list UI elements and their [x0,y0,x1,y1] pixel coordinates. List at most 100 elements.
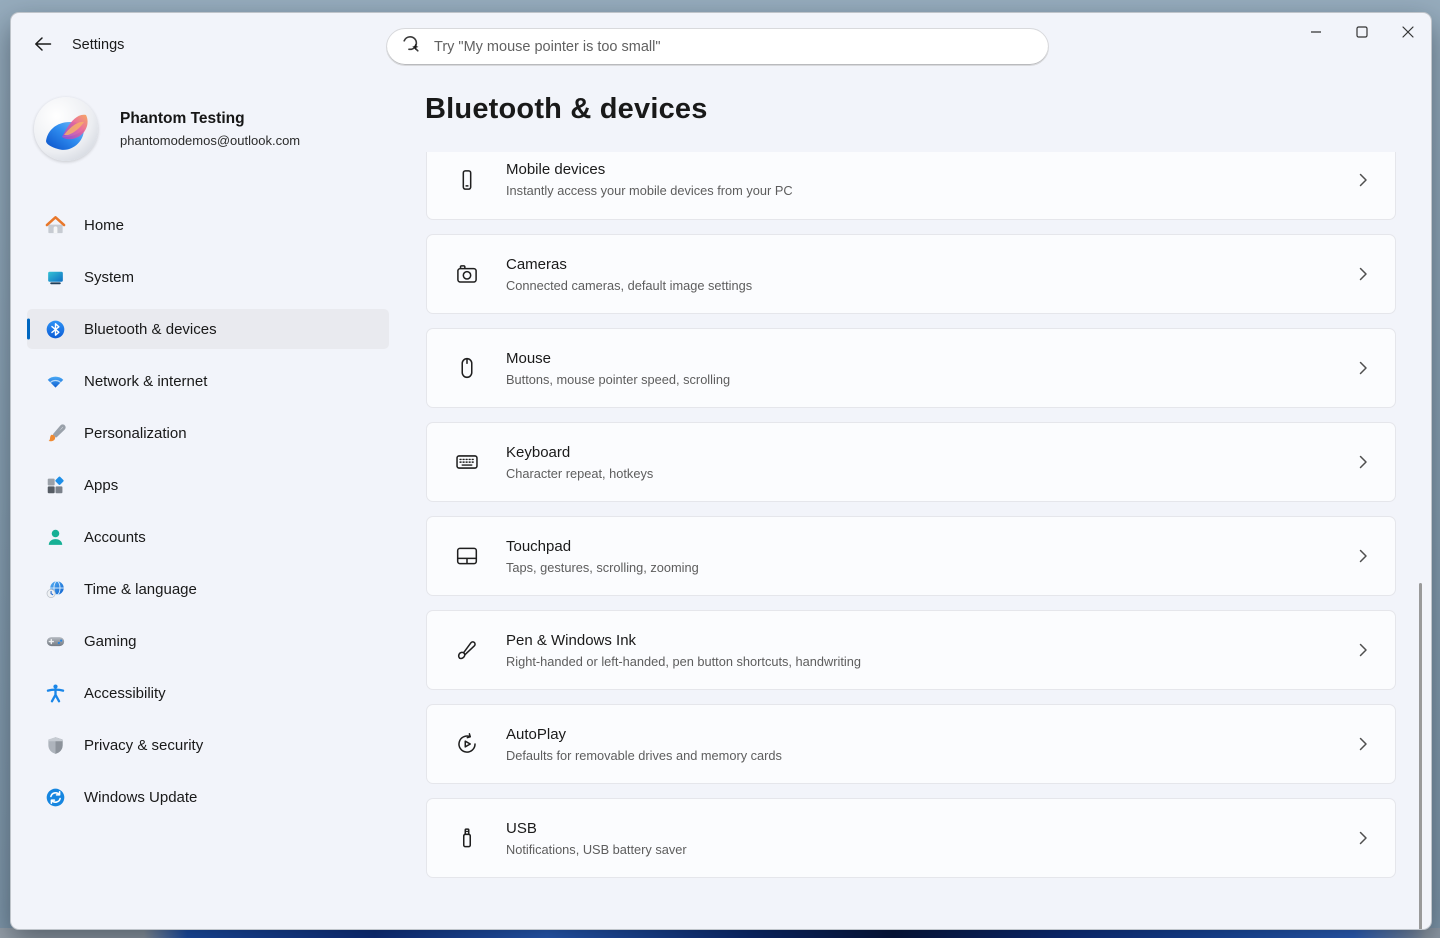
card-title: USB [506,820,1355,837]
card-title: Pen & Windows Ink [506,632,1355,649]
card-mouse[interactable]: Mouse Buttons, mouse pointer speed, scro… [426,328,1396,408]
user-name: Phantom Testing [120,110,300,128]
sidebar-item-system[interactable]: System [27,257,389,297]
mobile-devices-icon [454,167,480,193]
apps-icon [45,475,66,496]
card-subtitle: Right-handed or left-handed, pen button … [506,654,1355,669]
sidebar: Phantom Testing phantomodemos@outlook.co… [11,77,411,929]
card-mobile-devices[interactable]: Mobile devices Instantly access your mob… [426,152,1396,220]
bluetooth-icon [45,319,66,340]
privacy-security-icon [45,735,66,756]
card-title: Mobile devices [506,161,1355,178]
card-subtitle: Instantly access your mobile devices fro… [506,183,1355,198]
sidebar-item-label: Network & internet [84,373,207,390]
chevron-right-icon [1355,830,1371,846]
app-title: Settings [72,37,124,53]
personalization-icon [45,423,66,444]
chevron-right-icon [1355,454,1371,470]
card-title: Cameras [506,256,1355,273]
close-icon [1402,25,1414,43]
card-subtitle: Buttons, mouse pointer speed, scrolling [506,372,1355,387]
chevron-right-icon [1355,172,1371,188]
scrollbar-thumb[interactable] [1419,583,1422,930]
sidebar-item-apps[interactable]: Apps [27,465,389,505]
gaming-icon [45,631,66,652]
sidebar-item-label: Time & language [84,581,197,598]
user-account-block[interactable]: Phantom Testing phantomodemos@outlook.co… [34,97,300,161]
card-title: Touchpad [506,538,1355,555]
sidebar-item-personalization[interactable]: Personalization [27,413,389,453]
sidebar-item-label: System [84,269,134,286]
sidebar-item-label: Accounts [84,529,146,546]
settings-list: Mobile devices Instantly access your mob… [426,152,1396,929]
avatar [34,97,98,161]
back-button[interactable] [25,31,61,61]
maximize-button[interactable] [1339,13,1385,55]
network-icon [45,371,66,392]
autoplay-icon [454,731,480,757]
sidebar-item-label: Gaming [84,633,137,650]
pen-icon [454,637,480,663]
accessibility-icon [45,683,66,704]
card-touchpad[interactable]: Touchpad Taps, gestures, scrolling, zoom… [426,516,1396,596]
chevron-right-icon [1355,548,1371,564]
accounts-icon [45,527,66,548]
settings-window: Settings [10,12,1432,930]
touchpad-icon [454,543,480,569]
chevron-right-icon [1355,360,1371,376]
card-subtitle: Connected cameras, default image setting… [506,278,1355,293]
sidebar-item-privacy-security[interactable]: Privacy & security [27,725,389,765]
time-language-icon [45,579,66,600]
card-title: Keyboard [506,444,1355,461]
minimize-icon [1310,25,1322,43]
sidebar-item-bluetooth-devices[interactable]: Bluetooth & devices [27,309,389,349]
sidebar-item-label: Home [84,217,124,234]
close-button[interactable] [1385,13,1431,55]
sidebar-item-label: Accessibility [84,685,166,702]
system-icon [45,267,66,288]
sidebar-item-label: Windows Update [84,789,197,806]
main-content: Bluetooth & devices Mobile devices Insta… [411,77,1431,929]
keyboard-icon [454,449,480,475]
card-subtitle: Character repeat, hotkeys [506,466,1355,481]
sidebar-item-label: Apps [84,477,118,494]
card-subtitle: Notifications, USB battery saver [506,842,1355,857]
sidebar-item-label: Bluetooth & devices [84,321,217,338]
sidebar-item-label: Privacy & security [84,737,203,754]
sidebar-item-time-language[interactable]: Time & language [27,569,389,609]
usb-icon [454,825,480,851]
card-title: AutoPlay [506,726,1355,743]
sidebar-item-network-internet[interactable]: Network & internet [27,361,389,401]
minimize-button[interactable] [1293,13,1339,55]
sidebar-nav: Home System [27,205,389,829]
card-autoplay[interactable]: AutoPlay Defaults for removable drives a… [426,704,1396,784]
search-box[interactable] [386,28,1049,66]
card-usb[interactable]: USB Notifications, USB battery saver [426,798,1396,878]
mouse-icon [454,355,480,381]
sidebar-item-windows-update[interactable]: Windows Update [27,777,389,817]
card-pen-windows-ink[interactable]: Pen & Windows Ink Right-handed or left-h… [426,610,1396,690]
card-keyboard[interactable]: Keyboard Character repeat, hotkeys [426,422,1396,502]
card-title: Mouse [506,350,1355,367]
home-icon [45,215,66,236]
page-title: Bluetooth & devices [425,93,708,126]
sidebar-item-home[interactable]: Home [27,205,389,245]
chevron-right-icon [1355,736,1371,752]
search-sparkle-icon [401,34,434,60]
windows-update-icon [45,787,66,808]
camera-icon [454,261,480,287]
sidebar-item-accessibility[interactable]: Accessibility [27,673,389,713]
titlebar: Settings [11,13,1431,77]
maximize-icon [1356,25,1368,43]
card-subtitle: Defaults for removable drives and memory… [506,748,1355,763]
sidebar-item-accounts[interactable]: Accounts [27,517,389,557]
user-email: phantomodemos@outlook.com [120,133,300,148]
arrow-left-icon [34,36,52,57]
chevron-right-icon [1355,642,1371,658]
search-input[interactable] [434,39,1034,55]
card-subtitle: Taps, gestures, scrolling, zooming [506,560,1355,575]
card-cameras[interactable]: Cameras Connected cameras, default image… [426,234,1396,314]
sidebar-item-label: Personalization [84,425,187,442]
sidebar-item-gaming[interactable]: Gaming [27,621,389,661]
window-controls [1293,13,1431,57]
